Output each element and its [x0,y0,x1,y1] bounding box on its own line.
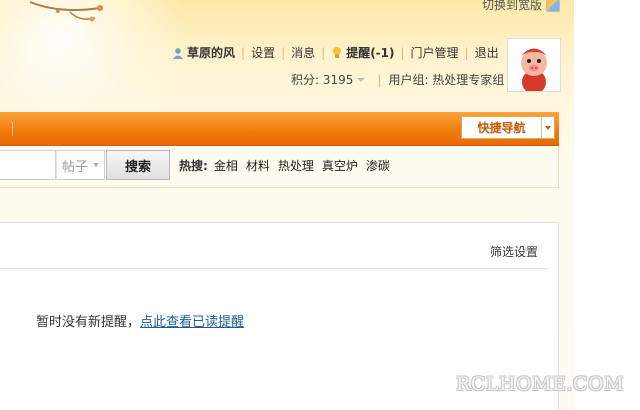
search-button[interactable]: 搜索 [106,150,170,180]
divider [0,268,548,269]
empty-notice-text: 暂时没有新提醒， [36,315,141,330]
chevron-down-icon [357,78,366,82]
hot-search-term[interactable]: 热处理 [278,157,314,174]
filter-settings-link[interactable]: 筛选设置 [490,243,538,260]
settings-link[interactable]: 设置 [251,44,275,61]
avatar[interactable] [507,38,561,92]
plum-branch-decoration [29,1,103,22]
chevron-down-icon [93,163,99,167]
search-input[interactable] [0,150,56,180]
view-read-reminders-link[interactable]: 点此查看已读提醒 [140,315,244,330]
chevron-down-icon [545,125,551,130]
divider: | [281,45,286,60]
bulb-icon [333,47,342,58]
points-label: 积分: 3195 [291,73,354,87]
messages-link[interactable]: 消息 [291,44,315,61]
quick-nav-button[interactable]: 快捷导航 [461,116,555,139]
reminders-link[interactable]: 提醒(-1) [346,44,394,61]
widescreen-label: 切换到宽版 [481,0,542,12]
page-background: 切换到宽版 草原的风 | 设置 | 消息 | 提醒(-1) | 门户管理 | 退… [0,0,574,410]
hot-search-term[interactable]: 金相 [214,157,238,174]
empty-notice: 暂时没有新提醒，点此查看已读提醒 [36,311,244,330]
logout-link[interactable]: 退出 [475,44,499,61]
main-nav: 快捷导航 [0,112,559,146]
username-link[interactable]: 草原的风 [187,44,235,61]
divider: | [400,45,405,60]
usergroup-label: 用户组: 热处理专家组 [388,73,505,87]
divider: | [464,45,469,60]
divider: | [377,72,382,87]
search-type-label: 帖子 [61,159,88,175]
quick-nav-label: 快捷导航 [477,121,526,135]
quick-nav-dropdown[interactable] [541,117,554,138]
points-menu[interactable]: 积分: 3195 [291,71,366,88]
search-type-select[interactable]: 帖子 [56,150,105,180]
user-info: 积分: 3195 | 用户组: 热处理专家组 [291,71,504,88]
hot-search-term[interactable]: 渗碳 [366,157,390,174]
hot-searches: 热搜: 金相 材料 热处理 真空炉 渗碳 [179,157,390,174]
site-watermark: RCLHOME.COM [456,373,625,395]
nav-divider [12,122,13,136]
divider: | [321,45,326,60]
hot-search-term[interactable]: 真空炉 [322,157,358,174]
right-margin [574,0,640,410]
widescreen-icon [546,0,560,12]
hot-search-label: 热搜: [179,159,208,173]
hot-search-term[interactable]: 材料 [246,157,270,174]
divider: | [241,45,246,60]
user-icon [173,47,183,59]
widescreen-toggle[interactable]: 切换到宽版 [482,0,560,13]
portal-admin-link[interactable]: 门户管理 [411,44,459,61]
user-menu: 草原的风 | 设置 | 消息 | 提醒(-1) | 门户管理 | 退出 [172,44,499,61]
